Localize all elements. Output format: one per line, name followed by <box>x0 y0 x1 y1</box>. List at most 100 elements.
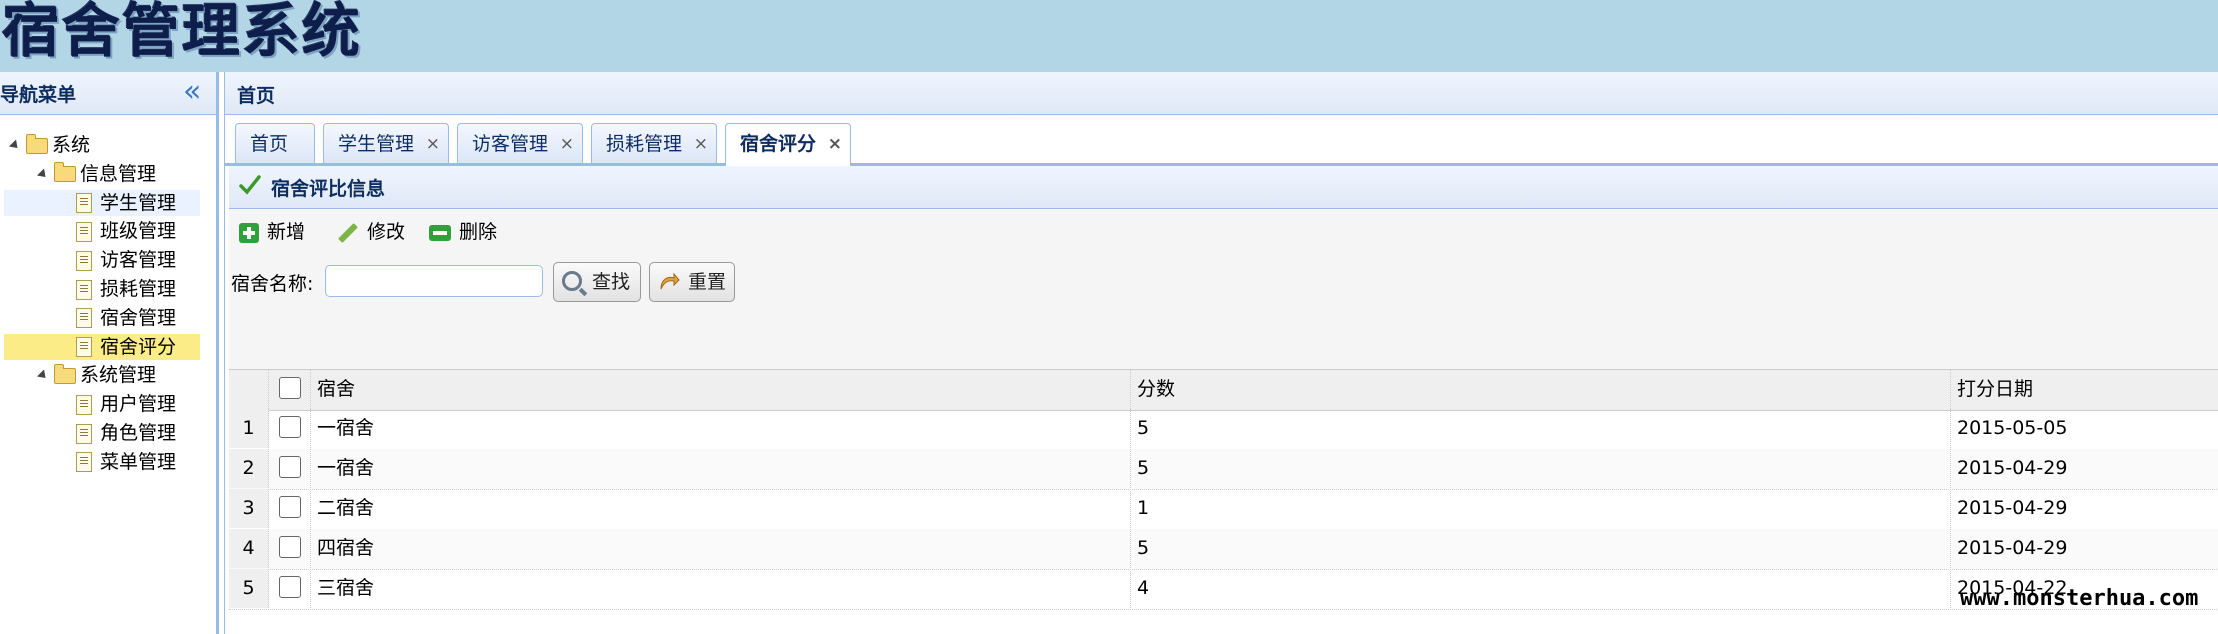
tree-item[interactable]: 宿舍评分 <box>4 333 200 360</box>
row-number: 5 <box>229 569 269 608</box>
close-icon[interactable]: × <box>694 124 708 164</box>
minus-icon <box>429 224 451 241</box>
tree-item-label: 用户管理 <box>100 393 177 416</box>
find-label: 查找 <box>592 271 631 293</box>
row-checkbox-cell <box>269 569 311 608</box>
row-checkbox-cell <box>269 489 311 528</box>
tree-item-label: 访客管理 <box>100 249 177 272</box>
cell-dorm: 一宿舍 <box>311 449 1131 488</box>
row-checkbox[interactable] <box>278 536 301 558</box>
file-icon <box>76 394 92 415</box>
tab-label: 宿舍评分 <box>740 133 817 155</box>
panel-title: 宿舍评比信息 <box>271 178 386 200</box>
table-row[interactable]: 4 四宿舍 5 2015-04-29 <box>229 529 2218 570</box>
row-number: 1 <box>229 409 269 448</box>
cell-date: 2015-04-29 <box>1957 537 2068 559</box>
add-icon <box>239 222 259 243</box>
row-checkbox[interactable] <box>278 496 301 518</box>
add-button[interactable]: 新增 <box>239 217 305 247</box>
cell-date: 2015-04-29 <box>1957 457 2068 479</box>
redo-icon <box>660 272 680 290</box>
dorm-name-input[interactable] <box>325 265 543 297</box>
close-icon[interactable]: × <box>426 124 440 164</box>
edit-button[interactable]: 修改 <box>337 217 405 247</box>
expand-arrow-icon[interactable] <box>36 168 50 181</box>
rownum-header <box>229 370 269 409</box>
tree-item[interactable]: 班级管理 <box>4 218 200 244</box>
tree-item[interactable]: 访客管理 <box>4 247 200 273</box>
collapse-icon[interactable]: « <box>183 74 201 109</box>
sidebar: 导航菜单 « 系统信息管理学生管理班级管理访客管理损耗管理宿舍管理宿舍评分系统管… <box>0 72 219 634</box>
search-icon <box>562 271 582 291</box>
row-checkbox-cell <box>269 449 311 488</box>
col-header-score[interactable]: 分数 <box>1131 370 1951 409</box>
row-checkbox-cell <box>269 409 311 448</box>
toolbar: 新增 修改 删除 宿舍名称: 查找 重置 <box>229 209 2218 369</box>
reset-button[interactable]: 重置 <box>649 262 735 302</box>
tree-item[interactable]: 用户管理 <box>4 391 200 417</box>
cell-dorm: 三宿舍 <box>311 569 1131 608</box>
tree-item[interactable]: 学生管理 <box>4 189 200 216</box>
tree-item-label: 宿舍评分 <box>100 335 177 358</box>
select-all-checkbox[interactable] <box>278 377 301 399</box>
sidebar-title: 导航菜单 <box>0 84 77 106</box>
cell-dorm: 二宿舍 <box>311 489 1131 528</box>
app-header: 宿舍管理系统 <box>0 0 2218 72</box>
panel-header: 宿舍评比信息 <box>229 166 2218 209</box>
tree-item-label: 学生管理 <box>100 191 177 214</box>
cell-date: 2015-04-29 <box>1957 497 2068 519</box>
tab-item[interactable]: 宿舍评分 × <box>725 123 851 166</box>
file-icon <box>76 221 92 242</box>
watermark: www.monsterhua.com <box>1960 586 2199 611</box>
main-area: 首页 首页 学生管理 × 访客管理 × 损耗管理 × 宿舍评分 × 宿舍评比信息 新增 修改 删… <box>224 72 2218 634</box>
tree-item[interactable]: 菜单管理 <box>4 449 200 475</box>
check-icon <box>239 175 261 195</box>
file-icon <box>76 423 92 444</box>
row-checkbox-cell <box>269 529 311 568</box>
tree-item[interactable]: 系统 <box>8 132 90 158</box>
expand-arrow-icon[interactable] <box>36 369 50 382</box>
close-icon[interactable]: × <box>560 124 574 164</box>
file-icon <box>76 337 92 358</box>
file-icon <box>76 308 92 329</box>
folder-icon <box>26 133 48 154</box>
row-checkbox[interactable] <box>278 456 301 478</box>
tab-item[interactable]: 首页 <box>235 123 315 163</box>
tab-label: 首页 <box>250 133 289 155</box>
folder-icon <box>54 162 76 183</box>
pencil-icon <box>338 222 358 243</box>
file-icon <box>76 193 92 214</box>
tab-item[interactable]: 损耗管理 × <box>591 123 717 163</box>
table-row[interactable]: 2 一宿舍 5 2015-04-29 <box>229 449 2218 490</box>
tree-item-label: 菜单管理 <box>100 450 177 473</box>
tree-item[interactable]: 角色管理 <box>4 420 200 446</box>
table-row[interactable]: 3 二宿舍 1 2015-04-29 <box>229 489 2218 530</box>
col-header-dorm[interactable]: 宿舍 <box>311 370 1131 409</box>
close-icon[interactable]: × <box>828 124 842 164</box>
row-checkbox[interactable] <box>278 576 301 598</box>
tab-label: 访客管理 <box>472 133 549 155</box>
tab-label: 学生管理 <box>338 133 415 155</box>
cell-score: 5 <box>1131 529 1951 568</box>
file-icon <box>76 279 92 300</box>
tree-item[interactable]: 系统管理 <box>36 362 156 388</box>
expand-arrow-icon[interactable] <box>8 139 22 152</box>
main-title: 首页 <box>237 85 276 107</box>
tree-item[interactable]: 宿舍管理 <box>4 305 200 331</box>
reset-label: 重置 <box>688 271 727 293</box>
tree-item[interactable]: 信息管理 <box>36 161 156 187</box>
tab-item[interactable]: 访客管理 × <box>457 123 583 163</box>
find-button[interactable]: 查找 <box>553 262 641 302</box>
tree-item-label: 损耗管理 <box>100 278 177 300</box>
tree-item-label: 宿舍管理 <box>100 306 177 329</box>
col-header-date[interactable]: 打分日期 <box>1951 370 2218 409</box>
folder-icon <box>54 363 76 384</box>
row-checkbox[interactable] <box>278 416 301 438</box>
tab-item[interactable]: 学生管理 × <box>323 123 449 163</box>
row-number: 2 <box>229 449 269 488</box>
table-row[interactable]: 5 三宿舍 4 2015-04-22 <box>229 569 2218 610</box>
table-row[interactable]: 1 一宿舍 5 2015-05-05 <box>229 409 2218 450</box>
tree-item[interactable]: 损耗管理 <box>4 276 200 302</box>
delete-button[interactable]: 删除 <box>429 217 497 247</box>
row-number: 3 <box>229 489 269 528</box>
